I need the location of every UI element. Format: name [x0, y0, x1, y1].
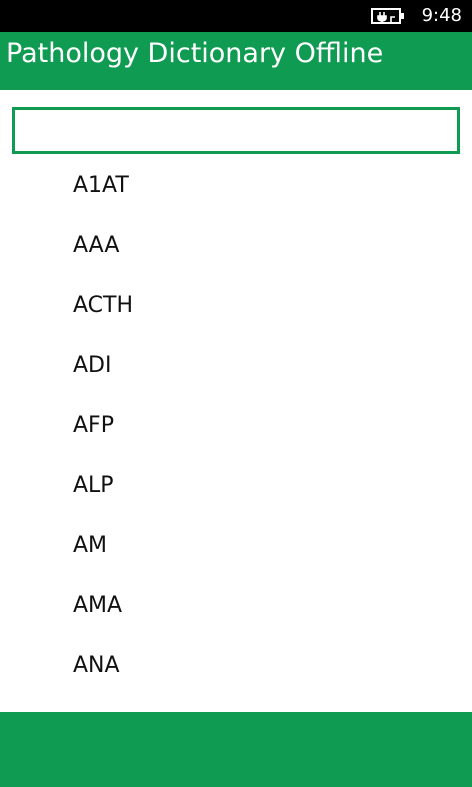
term-list-item[interactable]: ACTH [0, 275, 472, 335]
app-screen: 9:48 Pathology Dictionary Offline A1AT A… [0, 0, 472, 787]
app-bar[interactable] [0, 712, 472, 787]
term-list-item[interactable]: AM [0, 515, 472, 575]
term-list-item[interactable]: A1AT [0, 155, 472, 215]
app-title: Pathology Dictionary Offline [6, 38, 384, 69]
app-header: Pathology Dictionary Offline [0, 32, 472, 90]
battery-charging-icon [371, 8, 404, 24]
status-bar: 9:48 [0, 0, 472, 32]
term-list: A1AT AAA ACTH ADI AFP ALP AM AMA ANA [0, 155, 472, 712]
term-list-item[interactable]: AFP [0, 395, 472, 455]
term-list-item[interactable]: ALP [0, 455, 472, 515]
term-list-item[interactable]: AAA [0, 215, 472, 275]
term-list-item[interactable]: AMA [0, 575, 472, 635]
term-list-item[interactable]: ADI [0, 335, 472, 395]
term-list-item[interactable]: ANA [0, 635, 472, 695]
search-input[interactable] [12, 107, 460, 154]
status-time: 9:48 [421, 5, 462, 26]
